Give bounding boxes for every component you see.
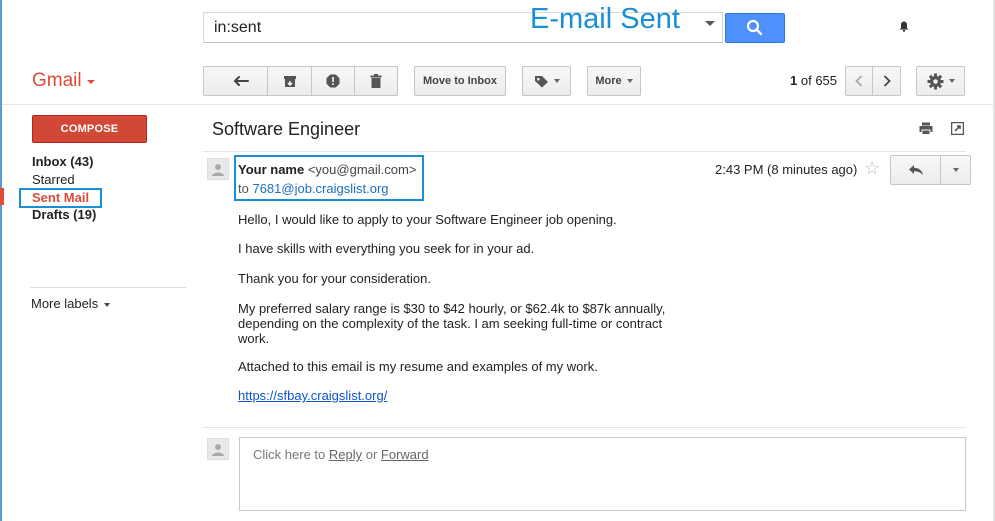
sender-line: Your name <you@gmail.com>	[238, 162, 416, 177]
delete-button[interactable]	[355, 67, 397, 95]
move-to-inbox-button[interactable]: Move to Inbox	[414, 66, 506, 96]
reply-link[interactable]: Reply	[329, 447, 362, 462]
sender-avatar	[207, 158, 229, 180]
new-window-icon	[950, 121, 965, 136]
sidebar-item-starred[interactable]: Starred	[32, 172, 75, 187]
message-body-line: Attached to this email is my resume and …	[238, 359, 598, 374]
gmail-logo[interactable]: Gmail	[32, 70, 82, 92]
chevron-down-icon	[952, 168, 959, 172]
spam-icon	[326, 74, 340, 88]
chevron-down-icon	[104, 302, 111, 307]
reply-box[interactable]: Click here to Reply or Forward	[239, 437, 966, 511]
more-labels-link[interactable]: More labels	[31, 296, 111, 311]
report-spam-button[interactable]	[312, 67, 355, 95]
reply-prompt: Click here to Reply or Forward	[253, 447, 429, 462]
compose-button[interactable]: COMPOSE	[32, 115, 147, 143]
archive-button[interactable]	[268, 67, 312, 95]
chevron-down-icon	[948, 79, 955, 83]
star-icon[interactable]: ☆	[864, 158, 880, 179]
annotation-highlight-sent	[19, 188, 102, 208]
back-arrow-icon	[233, 76, 249, 86]
avatar-icon	[212, 164, 224, 176]
sent-selected-marker	[0, 188, 4, 205]
forward-link[interactable]: Forward	[381, 447, 429, 462]
message-link[interactable]: https://sfbay.craigslist.org/	[238, 388, 387, 403]
newer-button[interactable]	[846, 67, 873, 95]
reply-avatar	[207, 438, 229, 460]
more-button[interactable]: More	[587, 66, 641, 96]
chevron-left-icon	[855, 75, 863, 87]
message-body-paragraph: My preferred salary range is $30 to $42 …	[238, 301, 666, 346]
new-window-button[interactable]	[950, 121, 965, 138]
message-divider	[203, 427, 966, 428]
older-button[interactable]	[873, 67, 900, 95]
more-button-label: More	[595, 75, 622, 87]
window-edge-left	[0, 0, 2, 521]
search-options-caret-icon[interactable]	[705, 21, 715, 26]
avatar-icon	[212, 444, 224, 456]
more-labels-label: More labels	[31, 296, 99, 311]
trash-icon	[370, 74, 382, 88]
gear-icon	[927, 73, 943, 89]
action-button-group	[267, 66, 398, 96]
message-body-line: Hello, I would like to apply to your Sof…	[238, 212, 617, 227]
search-icon	[746, 19, 763, 36]
chevron-down-icon[interactable]	[87, 80, 95, 84]
sidebar-divider	[30, 287, 187, 288]
print-button[interactable]	[919, 122, 933, 138]
message-time: 2:43 PM (8 minutes ago)	[715, 162, 858, 177]
sidebar-item-drafts[interactable]: Drafts (19)	[32, 207, 96, 222]
reply-button[interactable]	[891, 156, 941, 184]
recipient-line[interactable]: to 7681@job.craigslist.org	[238, 181, 389, 196]
reply-or: or	[362, 447, 381, 462]
chevron-down-icon	[553, 79, 560, 83]
settings-button[interactable]	[916, 66, 965, 96]
message-body-line: Thank you for your consideration.	[238, 271, 431, 286]
pager-buttons	[845, 66, 901, 96]
recipient-prefix: to	[238, 181, 253, 196]
sender-name: Your name	[238, 162, 305, 177]
header-divider	[2, 104, 993, 105]
annotation-label: E-mail Sent	[530, 3, 680, 35]
pager-of: of	[797, 73, 816, 88]
archive-icon	[283, 75, 296, 87]
sender-email: <you@gmail.com>	[307, 162, 417, 177]
reply-options-button[interactable]	[941, 156, 970, 184]
sidebar-item-inbox[interactable]: Inbox (43)	[32, 154, 93, 169]
bell-icon[interactable]	[899, 21, 909, 35]
reply-icon	[908, 165, 923, 175]
search-input[interactable]	[204, 13, 524, 42]
labels-button[interactable]	[522, 66, 571, 96]
label-icon	[534, 75, 548, 87]
subject-divider	[203, 151, 966, 152]
message-subject: Software Engineer	[212, 119, 361, 139]
message-body-line: I have skills with everything you seek f…	[238, 241, 535, 256]
search-button[interactable]	[725, 13, 785, 43]
pager-count: 1 of 655	[790, 73, 837, 88]
reply-button-group	[890, 155, 971, 185]
pager-total: 655	[815, 73, 838, 88]
recipient-address: 7681@job.craigslist.org	[252, 181, 389, 196]
chevron-down-icon	[626, 79, 633, 83]
chevron-right-icon	[883, 75, 891, 87]
reply-prefix: Click here to	[253, 447, 329, 462]
print-icon	[919, 122, 933, 135]
